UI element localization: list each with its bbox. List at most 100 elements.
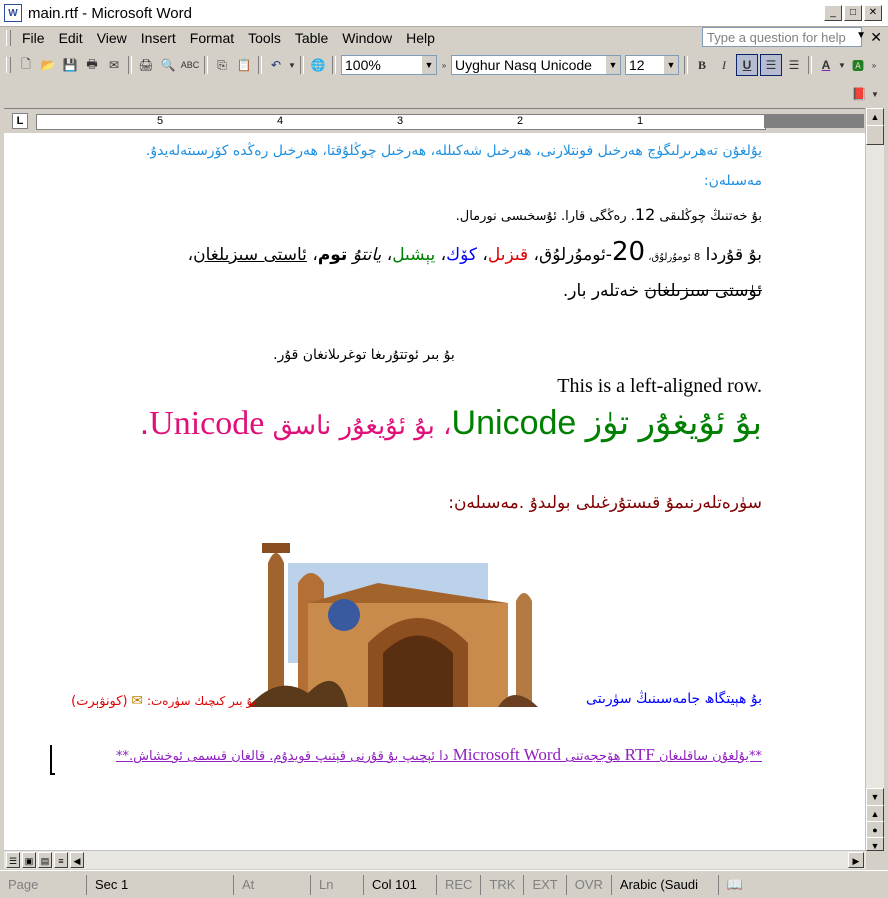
status-section: Sec 1 <box>87 874 234 895</box>
menu-edit[interactable]: Edit <box>52 30 90 46</box>
chevron-down-icon[interactable]: ▼ <box>664 56 678 74</box>
footer-note-word: Microsoft Word <box>452 745 562 764</box>
underline-button[interactable]: U <box>736 54 758 76</box>
font-color-dropdown-icon[interactable]: ▼ <box>838 55 846 75</box>
status-ext[interactable]: EXT <box>524 874 567 895</box>
ruler-margin <box>764 114 864 128</box>
menu-insert[interactable]: Insert <box>134 30 183 46</box>
menu-file[interactable]: File <box>15 30 52 46</box>
doc-line-intro: يۇلغۇن تەھرىرلىگۈچ ھەرخىل فونتلارنى، ھەر… <box>145 143 762 159</box>
print-view-icon[interactable]: ▤ <box>38 852 52 868</box>
spelling-icon[interactable]: ABC <box>180 55 200 75</box>
menu-grip[interactable] <box>6 30 11 46</box>
align-right-icon[interactable]: ☰ <box>760 54 782 76</box>
secondary-toolbar: 📕 ▼ <box>848 82 880 106</box>
outline-view-icon[interactable]: ≡ <box>54 852 68 868</box>
maximize-button[interactable]: □ <box>844 5 862 21</box>
font-select[interactable]: Uyghur Nasq Unicode ▼ <box>451 55 621 75</box>
paste-icon[interactable]: 📋 <box>234 55 254 75</box>
next-page-icon[interactable]: ▼ <box>866 837 884 851</box>
research-icon[interactable]: 📕 <box>849 84 869 104</box>
scroll-right-icon[interactable]: ▶ <box>848 852 864 868</box>
justify-icon[interactable]: ☰ <box>784 55 804 75</box>
permission-icon[interactable]: 🖶 <box>82 55 102 75</box>
toolbar-overflow-icon[interactable]: ▼ <box>871 84 879 104</box>
open-folder-icon[interactable]: 📂 <box>38 55 58 75</box>
ruler-number: 2 <box>517 115 524 127</box>
menu-table[interactable]: Table <box>288 30 335 46</box>
menu-help[interactable]: Help <box>399 30 442 46</box>
toolbar-grip[interactable] <box>6 57 11 73</box>
styles-strike: ئۈستى سىزىلغان <box>644 281 762 301</box>
styles-red: قىزىل <box>487 245 529 265</box>
save-icon[interactable]: 💾 <box>60 55 80 75</box>
scroll-up-icon[interactable]: ▲ <box>866 108 884 126</box>
italic-button[interactable]: I <box>714 55 734 75</box>
formatting-toolbar: 🗋 📂 💾 🖶 ✉ 🖨 🔍 ABC ⎘ 📋 ↶ ▼ 🌐 100% ▼ » Uyg… <box>0 52 888 78</box>
document-page[interactable]: يۇلغۇن تەھرىرلىگۈچ ھەرخىل فونتلارنى، ھەر… <box>4 133 866 850</box>
styles-bold: توم <box>317 245 348 265</box>
styles-underline: ئاستى سىزىلغان <box>193 245 307 265</box>
status-rec[interactable]: REC <box>437 874 482 895</box>
doc-line-example: مەسىلەن: <box>703 173 762 189</box>
size-number: 12 <box>634 205 656 224</box>
toolbar-separator <box>808 56 812 74</box>
horizontal-scrollbar[interactable]: ☰ ▣ ▤ ≡ ◀ ▶ <box>4 850 866 869</box>
copy-icon[interactable]: ⎘ <box>212 55 232 75</box>
footer-note-rtf: RTF <box>624 745 655 764</box>
toolbar-separator <box>128 56 132 74</box>
vertical-scrollbar[interactable]: ▲ ▼ ▲ ● ▼ <box>865 108 884 851</box>
menu-format[interactable]: Format <box>183 30 241 46</box>
ruler-bar[interactable]: 5 4 3 2 1 <box>36 114 766 130</box>
text-cursor <box>50 745 55 775</box>
styles-part-a: بۇ قۇردا <box>700 245 762 265</box>
toolbar-overflow-icon[interactable]: » <box>440 55 448 75</box>
styles-icon[interactable]: 🅰 <box>848 55 868 75</box>
small-pic-text: بۇ بىر كىچىك سۈرەت: <box>146 694 256 708</box>
minimize-button[interactable]: _ <box>824 5 842 21</box>
toolbar-separator <box>204 56 208 74</box>
web-view-icon[interactable]: ▣ <box>22 852 36 868</box>
new-document-icon[interactable]: 🗋 <box>16 55 36 75</box>
window-controls: _ □ ✕ <box>824 5 882 21</box>
undo-icon[interactable]: ↶ <box>266 55 286 75</box>
zoom-select[interactable]: 100% ▼ <box>341 55 437 75</box>
undo-dropdown-icon[interactable]: ▼ <box>288 55 296 75</box>
status-trk[interactable]: TRK <box>481 874 525 895</box>
big-green-text: بۇ ئۇيغۇر تۈز <box>576 404 762 442</box>
close-document-icon[interactable]: ✕ <box>870 29 882 46</box>
scroll-left-icon[interactable]: ◀ <box>70 852 84 868</box>
word-app-icon[interactable]: W <box>4 4 22 22</box>
spelling-status-icon[interactable]: 📖 <box>719 875 751 895</box>
doc-line-image-caption: سۈرەتلەرنىمۇ قىستۇرغىلى بولىدۇ .مەسىلەن: <box>448 493 762 513</box>
print-icon[interactable]: 🖨 <box>136 55 156 75</box>
scroll-down-icon[interactable]: ▼ <box>866 788 884 806</box>
mosque-image[interactable] <box>248 523 552 707</box>
print-preview-icon[interactable]: 🔍 <box>158 55 178 75</box>
font-color-icon[interactable]: A <box>816 55 836 75</box>
chevron-down-icon[interactable]: ▼ <box>606 56 620 74</box>
font-size-select[interactable]: 12 ▼ <box>625 55 679 75</box>
footer-note-a: **يۇلغۇن ساقلىغان <box>654 749 762 764</box>
help-search-input[interactable]: Type a question for help <box>702 27 862 47</box>
status-line: Ln <box>311 874 364 895</box>
normal-view-icon[interactable]: ☰ <box>6 852 20 868</box>
email-icon[interactable]: ✉ <box>104 55 124 75</box>
help-dropdown-icon[interactable]: ▼ <box>856 30 866 41</box>
toolbar-overflow-icon[interactable]: » <box>870 55 878 75</box>
scroll-thumb[interactable] <box>866 125 884 145</box>
status-ovr[interactable]: OVR <box>567 874 612 895</box>
web-icon[interactable]: 🌐 <box>308 55 328 75</box>
doc-line-size: بۇ خەتنىڭ چوڭلىقى 12. رەڭگى قارا. ئۇسخىس… <box>456 205 762 224</box>
menu-window[interactable]: Window <box>335 30 399 46</box>
big-pink-unicode: Unicode <box>149 405 265 442</box>
chevron-down-icon[interactable]: ▼ <box>422 56 436 74</box>
doc-line-centered: بۇ بىر ئوتتۇرىغا توغرىلانغان قۇر. <box>273 347 455 363</box>
menu-view[interactable]: View <box>90 30 134 46</box>
menu-tools[interactable]: Tools <box>241 30 288 46</box>
horizontal-ruler[interactable]: L 5 4 3 2 1 <box>4 108 866 133</box>
tab-stop-selector[interactable]: L <box>12 113 28 129</box>
bold-button[interactable]: B <box>692 55 712 75</box>
close-button[interactable]: ✕ <box>864 5 882 21</box>
doc-line-big: بۇ ئۇيغۇر تۈز Unicode، بۇ ئۇيغۇر ناسق Un… <box>140 403 762 443</box>
